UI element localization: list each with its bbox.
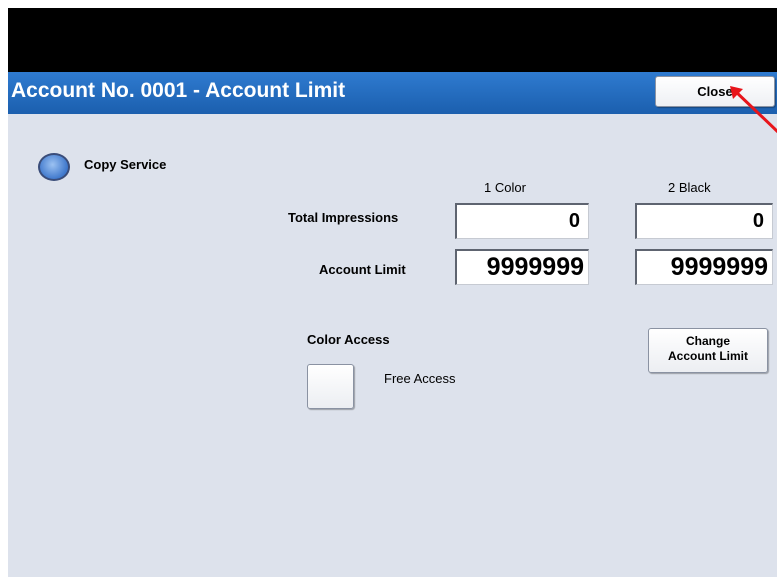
free-access-label: Free Access [384,371,456,386]
column-header-black: 2 Black [668,180,711,195]
change-account-limit-button[interactable]: Change Account Limit [648,328,768,373]
copy-service-radio-icon[interactable] [38,153,70,181]
total-impressions-label: Total Impressions [288,210,399,225]
copy-service-label: Copy Service [84,157,167,172]
account-limit-color-field: 9999999 [455,249,589,285]
account-limit-label: Account Limit [319,262,406,277]
top-black-bar [8,8,777,72]
account-limit-black-field: 9999999 [635,249,773,285]
window-title: Account No. 0001 - Account Limit [11,79,346,102]
red-arrow-icon [730,86,777,134]
column-header-color: 1 Color [484,180,526,195]
color-access-heading: Color Access [307,332,390,347]
total-impressions-black-field: 0 [635,203,773,239]
total-impressions-color-field: 0 [455,203,589,239]
change-account-limit-line2: Account Limit [668,349,748,363]
free-access-checkbox[interactable] [307,364,354,409]
change-account-limit-line1: Change [685,334,730,348]
screen-frame: Account No. 0001 - Account Limit Close C… [8,8,777,577]
